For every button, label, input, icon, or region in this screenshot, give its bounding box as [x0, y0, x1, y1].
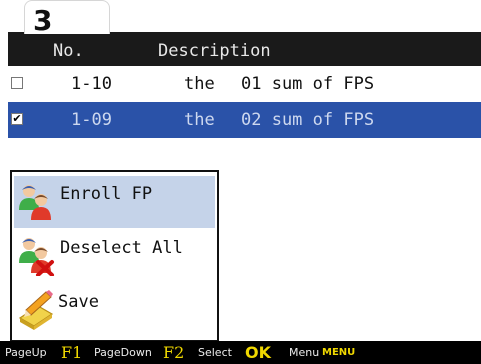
step-number-badge: 3 [24, 0, 110, 37]
device-screen: 3 No. Description 1-10 the 01 sum of FPS… [0, 0, 481, 364]
ok-key[interactable]: OK [245, 341, 271, 364]
column-header-no: No. [53, 41, 84, 61]
row-description: 01 sum of FPS [241, 74, 375, 94]
menu-item-save[interactable]: Save [14, 284, 215, 336]
menu-item-enroll-fp[interactable]: Enroll FP [14, 176, 215, 228]
function-key-bar: PageUp F1 PageDown F2 Select OK Menu MEN… [0, 341, 481, 364]
pageup-label: PageUp [5, 346, 47, 359]
pagedown-label: PageDown [94, 346, 152, 359]
row-description: 02 sum of FPS [241, 110, 375, 130]
f1-key[interactable]: F1 [61, 341, 82, 364]
row-the: the [184, 74, 215, 94]
row-number: 1-09 [71, 110, 112, 130]
row-number: 1-10 [71, 74, 112, 94]
select-label: Select [198, 346, 232, 359]
menu-label: Menu [289, 346, 320, 359]
row-checkbox[interactable] [11, 77, 23, 89]
menu-item-label: Deselect All [60, 238, 183, 258]
table-row[interactable]: 1-10 the 01 sum of FPS [8, 66, 481, 103]
row-checkbox[interactable]: ✔ [11, 113, 23, 125]
list-header: No. Description [8, 32, 481, 66]
row-the: the [184, 110, 215, 130]
column-header-description: Description [158, 41, 271, 61]
menu-item-label: Save [58, 292, 99, 312]
save-pencil-icon [18, 290, 54, 330]
menu-item-deselect-all[interactable]: Deselect All [14, 230, 215, 282]
deselect-users-icon [19, 238, 54, 276]
table-row[interactable]: ✔ 1-09 the 02 sum of FPS [8, 102, 481, 138]
context-menu: Enroll FP Deselect All Save [10, 170, 219, 342]
menu-key[interactable]: MENU [322, 341, 355, 364]
enroll-users-icon [19, 185, 51, 220]
menu-item-label: Enroll FP [60, 184, 153, 204]
f2-key[interactable]: F2 [163, 341, 184, 364]
